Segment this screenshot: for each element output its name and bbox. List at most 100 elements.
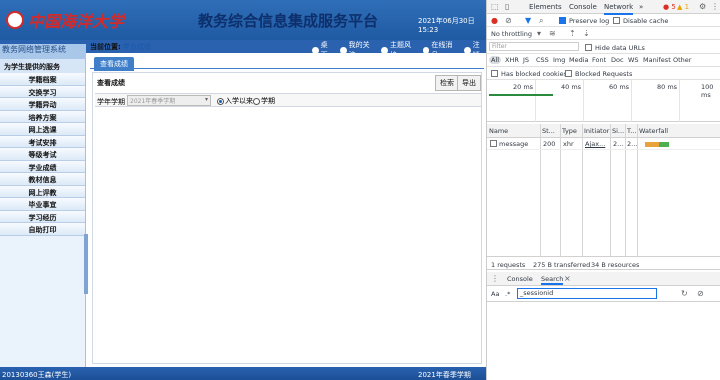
filter-icon[interactable]: ▼ [525,16,531,25]
network-summary: 1 requests 275 B transferred 34 B resour… [487,256,720,270]
type-js[interactable]: JS [523,56,529,64]
throttle-select[interactable]: No throttling [491,30,532,38]
sidebar-item-level-exam[interactable]: 等级考试 [0,148,85,161]
drawer-tabbar: ⋮ Console Search × [487,272,720,286]
type-manifest[interactable]: Manifest [643,56,671,64]
radio-term[interactable]: 学期 [253,96,275,106]
table-row[interactable]: message 200 xhr Ajax... 2... 2... [487,138,720,150]
timeline-label: 40 ms [561,83,582,91]
col-time[interactable]: T... [627,127,636,135]
drawer-menu-icon[interactable]: ⋮ [491,274,499,283]
sidebar-item-status-change[interactable]: 学籍异动 [0,98,85,111]
tab-elements[interactable]: Elements [529,3,562,11]
filter-input[interactable]: Filter [489,42,579,51]
hide-data-urls-checkbox[interactable] [585,44,592,51]
drawer-tab-search[interactable]: Search [541,275,564,285]
search-button[interactable]: 检索 [435,75,459,91]
type-xhr[interactable]: XHR [505,56,519,64]
sidebar-item-exchange[interactable]: 交换学习 [0,85,85,98]
sidebar-splitter[interactable] [84,234,88,294]
col-status[interactable]: St... [542,127,555,135]
preserve-log-checkbox[interactable] [559,17,566,24]
inspect-icon[interactable]: ⬚ [491,2,499,11]
device-toggle-icon[interactable]: ▯ [505,2,509,11]
main-content: 查看成绩 查看成绩 检索 导出 学年学期 2021年春季学期 入学以来 学期 [90,54,484,366]
export-button[interactable]: 导出 [457,75,481,91]
type-css[interactable]: CSS [536,56,549,64]
timeline-gridline [631,80,632,122]
blocked-requests-label: Blocked Requests [575,70,633,78]
col-size[interactable]: Si... [612,127,624,135]
type-ws[interactable]: WS [628,56,639,64]
sidebar-item-graduation[interactable]: 毕业事宜 [0,198,85,211]
blocked-requests-checkbox[interactable] [565,70,572,77]
sidebar-item-course-selection[interactable]: 网上选课 [0,123,85,136]
col-waterfall[interactable]: Waterfall [639,127,668,135]
col-initiator[interactable]: Initiator [584,127,609,135]
request-initiator[interactable]: Ajax... [585,140,605,148]
col-name[interactable]: Name [489,127,508,135]
sidebar-item-textbooks[interactable]: 教材信息 [0,173,85,186]
upload-icon[interactable]: ⇡ [569,29,576,38]
breadcrumb-label: 当前位置: [90,43,121,51]
sidebar-item-training-plan[interactable]: 培养方案 [0,110,85,123]
system-name: 教务网络管理系统 [0,44,86,59]
refresh-icon[interactable]: ↻ [681,289,688,298]
panel-title: 查看成绩 [97,79,125,87]
warning-badge[interactable]: ▲ 1 [677,3,689,11]
timeline-request-bar [489,94,553,96]
university-logo[interactable]: 中国海洋大学 [6,8,124,32]
type-doc[interactable]: Doc [611,56,624,64]
preserve-log-label: Preserve log [569,17,610,25]
type-media[interactable]: Media [569,56,589,64]
year-term-select[interactable]: 2021年春季学期 [127,95,211,106]
timeline-gridline [583,80,584,122]
disable-cache-checkbox[interactable] [613,17,620,24]
chevron-down-icon[interactable]: ▾ [537,29,541,38]
seal-icon [6,11,24,29]
tab-underline [90,68,484,69]
blocked-cookies-checkbox[interactable] [491,70,498,77]
regex-toggle[interactable]: .* [505,290,510,298]
type-other[interactable]: Other [673,56,691,64]
breadcrumb-current[interactable]: 学业成绩 [123,43,151,51]
drawer-tab-console[interactable]: Console [507,275,533,283]
type-font[interactable]: Font [592,56,606,64]
type-all[interactable]: All [489,56,502,64]
close-icon[interactable]: × [564,274,571,283]
clear-search-icon[interactable]: ⊘ [697,289,704,298]
network-overview[interactable]: 20 ms 40 ms 60 ms 80 ms 100 ms [487,80,720,122]
wifi-icon[interactable]: ≋ [549,29,556,38]
sidebar-item-study-history[interactable]: 学习经历 [0,210,85,223]
message-icon [422,46,430,54]
radio-unchecked-icon [253,97,260,105]
match-case-toggle[interactable]: Aa [491,290,499,298]
current-term: 2021年春季学期 [418,371,471,379]
tab-console[interactable]: Console [569,3,597,11]
request-count: 1 requests [491,261,526,269]
sidebar-item-exam-schedule[interactable]: 考试安排 [0,135,85,148]
clear-icon[interactable]: ⊘ [505,16,512,25]
settings-icon[interactable]: ⚙ [699,2,706,11]
more-menu-icon[interactable]: ⋮ [711,2,719,11]
error-badge[interactable]: ● 5 [663,3,676,11]
type-filter-row: All XHR JS CSS Img Media Font Doc WS Man… [487,54,720,67]
type-img[interactable]: Img [553,56,565,64]
sidebar-item-records[interactable]: 学籍档案 [0,73,85,86]
sidebar-item-self-print[interactable]: 自助打印 [0,223,85,236]
radio-since-enrollment[interactable]: 入学以来 [217,96,253,106]
logo-text: 中国海洋大学 [28,12,125,31]
request-checkbox[interactable] [490,140,497,147]
power-icon [464,46,471,54]
col-type[interactable]: Type [562,127,577,135]
request-name[interactable]: message [499,140,528,148]
search-input[interactable]: _sessionid [517,288,657,299]
sidebar-item-evaluation[interactable]: 网上评教 [0,185,85,198]
record-icon[interactable]: ● [491,16,498,25]
search-row: Aa .* _sessionid ↻ ⊘ [487,286,720,302]
sidebar-section-header[interactable]: 为学生提供的服务 [0,59,85,73]
more-tabs[interactable]: » [639,3,643,11]
download-icon[interactable]: ⇣ [583,29,590,38]
search-icon[interactable]: ⌕ [539,16,543,26]
sidebar-item-grades[interactable]: 学业成绩 [0,160,85,173]
